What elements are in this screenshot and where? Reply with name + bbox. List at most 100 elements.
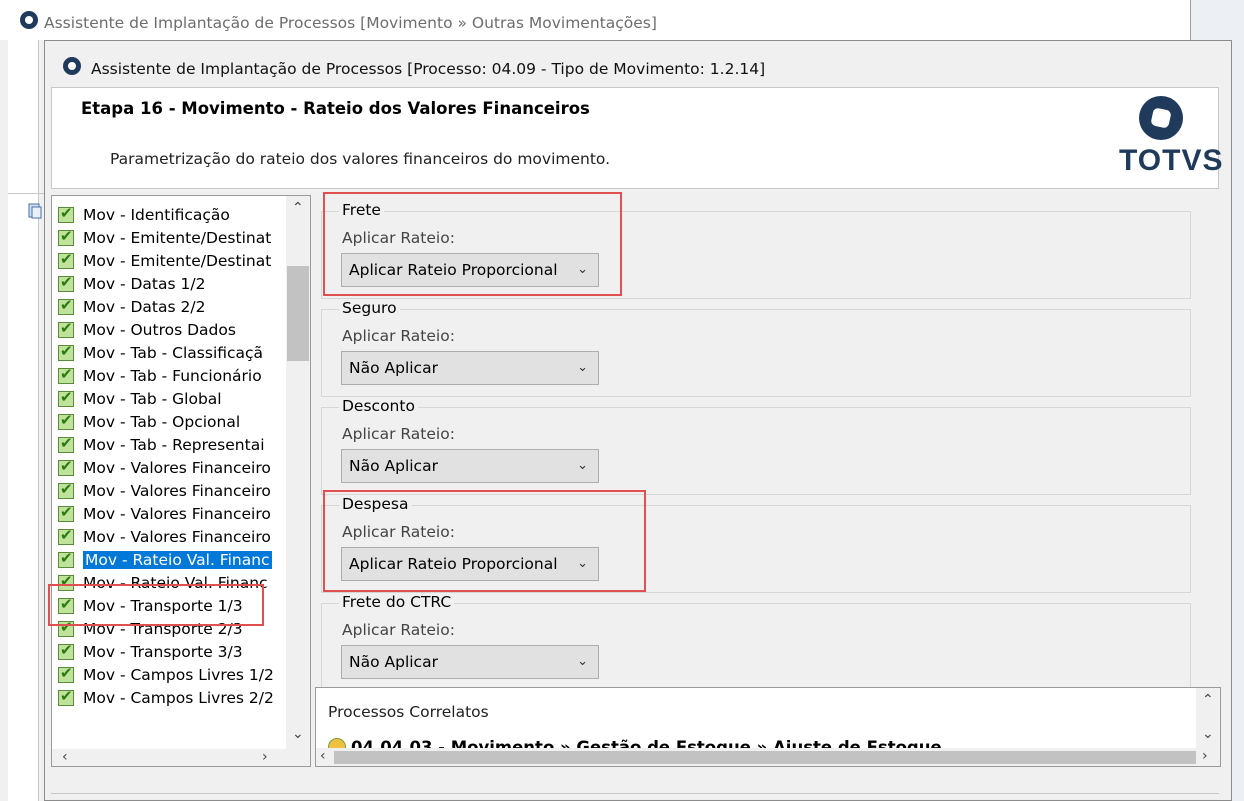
scroll-right-icon[interactable]: › xyxy=(1202,748,1208,764)
scroll-down-icon[interactable]: ⌄ xyxy=(1202,726,1214,742)
check-icon xyxy=(58,478,74,501)
step-item-label: Mov - Datas 1/2 xyxy=(83,275,206,293)
highlight-frete xyxy=(323,192,622,296)
step-item-label: Mov - Rateio Val. Financ xyxy=(83,551,272,569)
step-item[interactable]: Mov - Rateio Val. Financ xyxy=(58,547,284,572)
check-icon xyxy=(58,386,74,409)
step-item-label: Mov - Transporte 3/3 xyxy=(83,643,243,661)
step-item-label: Mov - Tab - Classificaçã xyxy=(83,344,264,362)
step-header: Etapa 16 - Movimento - Rateio dos Valore… xyxy=(51,87,1222,189)
step-item[interactable]: Mov - Emitente/Destinat xyxy=(58,248,284,273)
highlight-selected-step xyxy=(48,584,264,626)
check-icon xyxy=(58,202,74,225)
chevron-down-icon: ⌄ xyxy=(577,360,588,375)
scrollbar-thumb[interactable] xyxy=(287,266,309,361)
step-item[interactable]: Mov - Campos Livres 2/2 xyxy=(58,685,284,710)
step-item-label: Mov - Emitente/Destinat xyxy=(83,252,272,270)
highlight-despesa xyxy=(323,490,646,592)
step-item-label: Mov - Tab - Global xyxy=(83,390,222,408)
step-item[interactable]: Mov - Campos Livres 1/2 xyxy=(58,662,284,687)
divider xyxy=(8,193,46,194)
step-item[interactable]: Mov - Valores Financeiro xyxy=(58,478,284,503)
step-item[interactable]: Mov - Tab - Funcionário xyxy=(58,363,284,388)
step-item-label: Mov - Valores Financeiro xyxy=(83,482,271,500)
step-item[interactable]: Mov - Valores Financeiro xyxy=(58,501,284,526)
chevron-down-icon: ⌄ xyxy=(577,458,588,473)
select-value: Não Aplicar xyxy=(349,457,438,475)
step-item-label: Mov - Emitente/Destinat xyxy=(83,229,272,247)
check-icon xyxy=(58,662,74,685)
check-icon xyxy=(58,294,74,317)
wizard-dialog: Assistente de Implantação de Processos [… xyxy=(44,40,1232,801)
check-icon xyxy=(58,639,74,662)
select-value: Não Aplicar xyxy=(349,359,438,377)
step-item-label: Mov - Datas 2/2 xyxy=(83,298,206,316)
scrollbar-thumb[interactable] xyxy=(334,751,1196,764)
totvs-logo-icon xyxy=(1139,96,1183,140)
check-icon xyxy=(58,685,74,708)
document-icon[interactable] xyxy=(28,203,42,219)
step-item[interactable]: Mov - Tab - Classificaçã xyxy=(58,340,284,365)
outer-title-bar: Assistente de Implantação de Processos [… xyxy=(0,0,1190,40)
app-icon xyxy=(63,57,81,75)
vertical-scrollbar[interactable]: ⌃ ⌄ xyxy=(1196,688,1220,748)
check-icon xyxy=(58,363,74,386)
outer-left-panel xyxy=(8,40,46,801)
scroll-up-icon[interactable]: ⌃ xyxy=(1202,692,1214,708)
check-icon xyxy=(58,524,74,547)
scroll-left-icon[interactable]: ‹ xyxy=(320,748,326,764)
step-item[interactable]: Mov - Valores Financeiro xyxy=(58,524,284,549)
step-item-label: Mov - Identificação xyxy=(83,206,230,224)
step-description: Parametrização do rateio dos valores fin… xyxy=(110,150,611,168)
step-item-label: Mov - Valores Financeiro xyxy=(83,459,271,477)
steps-list[interactable]: Mov - Identificação Mov - Emitente/Destin… xyxy=(51,195,311,767)
horizontal-scrollbar[interactable]: ‹ › xyxy=(52,749,310,766)
check-icon xyxy=(58,432,74,455)
check-icon xyxy=(58,340,74,363)
check-icon xyxy=(58,225,74,248)
step-title: Etapa 16 - Movimento - Rateio dos Valore… xyxy=(81,99,590,118)
correlated-title: Processos Correlatos xyxy=(328,703,489,721)
step-item[interactable]: Mov - Datas 2/2 xyxy=(58,294,284,319)
check-icon xyxy=(58,501,74,524)
step-item-label: Mov - Valores Financeiro xyxy=(83,505,271,523)
step-item[interactable]: Mov - Identificação xyxy=(58,202,284,227)
step-item[interactable]: Mov - Transporte 3/3 xyxy=(58,639,284,664)
field-label: Aplicar Rateio: xyxy=(342,621,455,639)
step-item-label: Mov - Tab - Funcionário xyxy=(83,367,262,385)
field-label: Aplicar Rateio: xyxy=(342,327,455,345)
scroll-down-icon[interactable]: ⌄ xyxy=(292,726,304,742)
check-icon xyxy=(58,455,74,478)
scroll-left-icon[interactable]: ‹ xyxy=(62,749,68,765)
step-item-label: Mov - Campos Livres 1/2 xyxy=(83,666,274,684)
desconto-rateio-select[interactable]: Não Aplicar ⌄ xyxy=(341,449,599,483)
scroll-right-icon[interactable]: › xyxy=(262,749,268,765)
scroll-up-icon[interactable]: ⌃ xyxy=(292,200,304,216)
step-item-label: Mov - Outros Dados xyxy=(83,321,236,339)
seguro-rateio-select[interactable]: Não Aplicar ⌄ xyxy=(341,351,599,385)
step-item-label: Mov - Tab - Representai xyxy=(83,436,265,454)
dialog-title-bar: Assistente de Implantação de Processos [… xyxy=(45,41,1231,85)
chevron-down-icon: ⌄ xyxy=(577,654,588,669)
outer-window-title: Assistente de Implantação de Processos [… xyxy=(44,14,657,32)
step-item[interactable]: Mov - Tab - Opcional xyxy=(58,409,284,434)
step-item[interactable]: Mov - Valores Financeiro xyxy=(58,455,284,480)
step-item[interactable]: Mov - Outros Dados xyxy=(58,317,284,342)
frete-ctrc-rateio-select[interactable]: Não Aplicar ⌄ xyxy=(341,645,599,679)
step-item[interactable]: Mov - Tab - Global xyxy=(58,386,284,411)
check-icon xyxy=(58,248,74,271)
group-label: Desconto xyxy=(339,397,418,415)
check-icon xyxy=(58,271,74,294)
step-item[interactable]: Mov - Datas 1/2 xyxy=(58,271,284,296)
field-label: Aplicar Rateio: xyxy=(342,425,455,443)
app-icon xyxy=(20,11,38,29)
group-label: Frete do CTRC xyxy=(339,593,455,611)
step-item[interactable]: Mov - Emitente/Destinat xyxy=(58,225,284,250)
totvs-logo-text: TOTVS xyxy=(1119,144,1224,177)
divider xyxy=(51,793,1219,794)
dialog-title: Assistente de Implantação de Processos [… xyxy=(91,60,766,78)
step-item[interactable]: Mov - Tab - Representai xyxy=(58,432,284,457)
correlated-processes-panel: Processos Correlatos 04.04.03 - Moviment… xyxy=(315,687,1221,767)
check-icon xyxy=(58,547,74,570)
group-label: Seguro xyxy=(339,299,400,317)
